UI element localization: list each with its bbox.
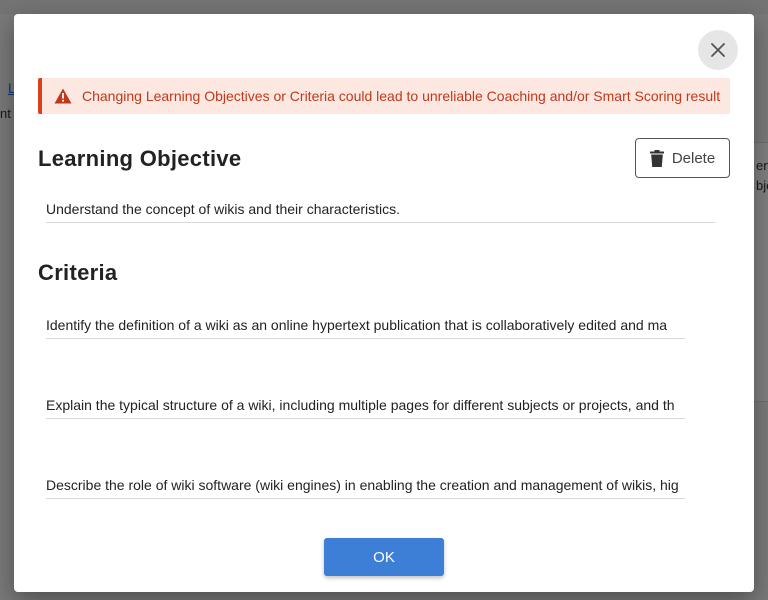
- warning-text: Changing Learning Objectives or Criteria…: [82, 88, 721, 104]
- edit-objective-dialog: Changing Learning Objectives or Criteria…: [14, 14, 754, 592]
- warning-alert: Changing Learning Objectives or Criteria…: [38, 78, 730, 114]
- criteria-value: Describe the role of wiki software (wiki…: [46, 477, 679, 493]
- warning-icon: [54, 88, 72, 104]
- learning-objective-title: Learning Objective: [38, 146, 242, 171]
- ok-button[interactable]: OK: [324, 538, 444, 576]
- trash-icon: [649, 149, 664, 167]
- delete-label: Delete: [671, 149, 716, 167]
- criteria-input-2[interactable]: Explain the typical structure of a wiki,…: [46, 391, 685, 419]
- criteria-title: Criteria: [38, 260, 118, 285]
- learning-objective-input[interactable]: Understand the concept of wikis and thei…: [46, 195, 715, 223]
- criteria-input-3[interactable]: Describe the role of wiki software (wiki…: [46, 471, 685, 499]
- close-icon: [711, 43, 725, 57]
- criteria-input-1[interactable]: Identify the definition of a wiki as an …: [46, 311, 685, 339]
- criteria-value: Identify the definition of a wiki as an …: [46, 317, 668, 333]
- learning-objective-value: Understand the concept of wikis and thei…: [46, 201, 401, 217]
- delete-button[interactable]: Delete: [635, 138, 730, 178]
- criteria-value: Explain the typical structure of a wiki,…: [46, 397, 675, 413]
- close-button[interactable]: [698, 30, 738, 70]
